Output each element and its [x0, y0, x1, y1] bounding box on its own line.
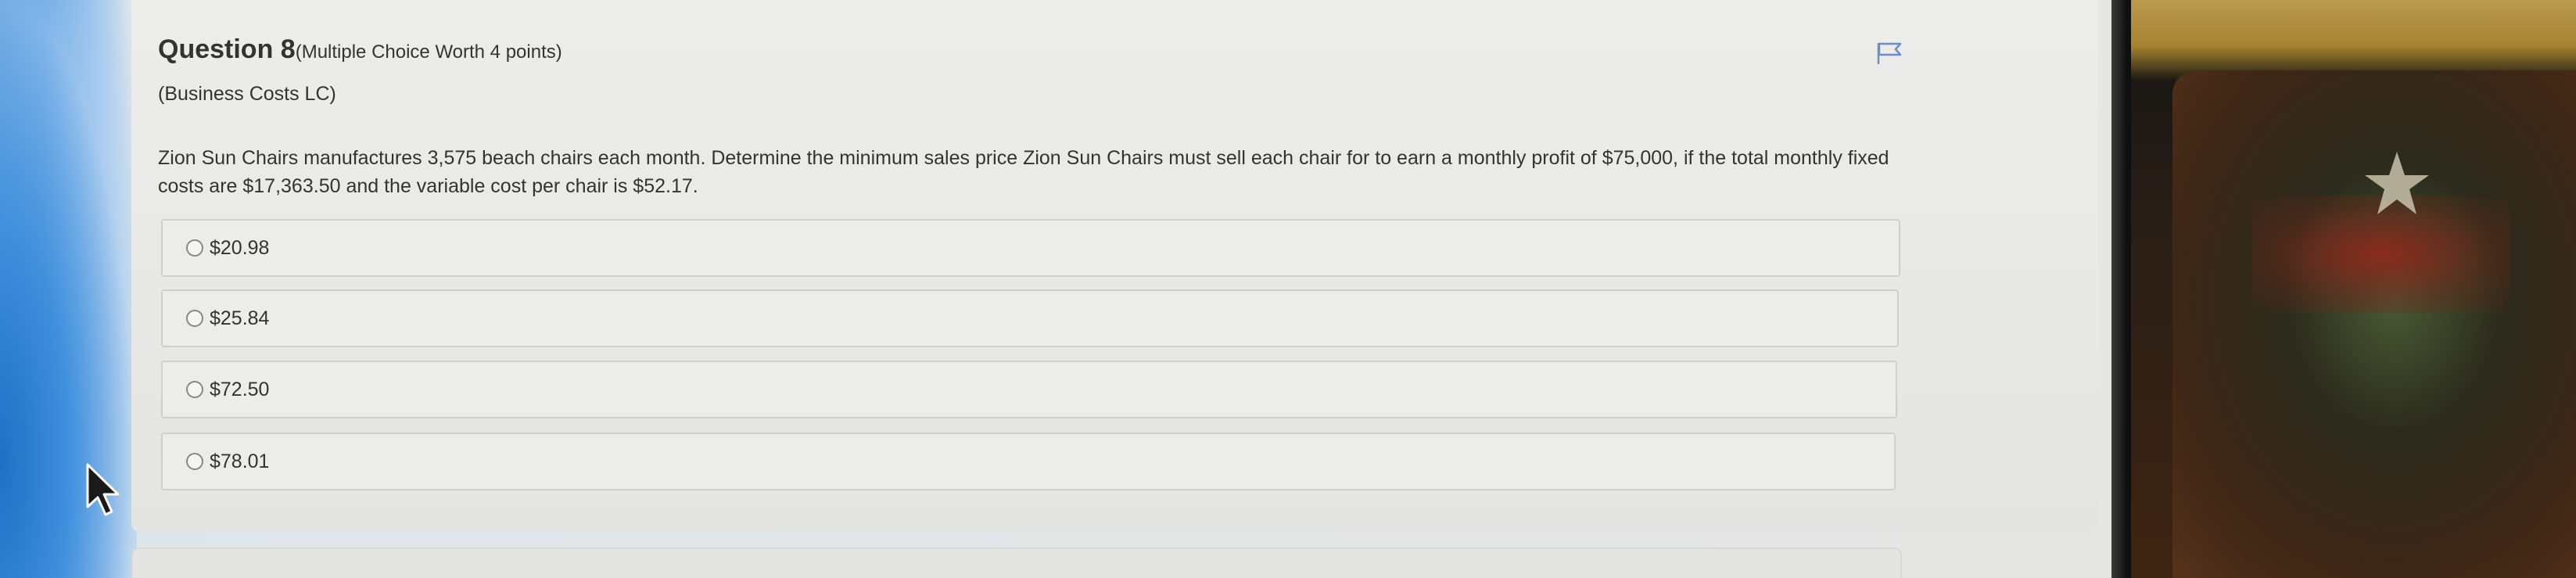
next-question-card	[131, 547, 1902, 578]
question-text: Zion Sun Chairs manufactures 3,575 beach…	[158, 147, 1889, 197]
screen: Question 8(Multiple Choice Worth 4 point…	[0, 0, 2576, 578]
answer-option-2[interactable]: $25.84	[161, 289, 1899, 347]
answer-label: $20.98	[210, 236, 270, 259]
question-number: Question 8	[158, 34, 296, 64]
answer-option-1[interactable]: $20.98	[161, 219, 1900, 277]
radio-button[interactable]	[186, 453, 203, 470]
answer-option-4[interactable]: $78.01	[161, 433, 1896, 490]
answer-label: $25.84	[210, 307, 270, 329]
mug-artwork	[2172, 70, 2576, 578]
star-icon	[2365, 152, 2429, 214]
answer-label: $72.50	[210, 378, 270, 400]
mouse-pointer-icon	[86, 463, 120, 516]
flag-icon[interactable]	[1876, 41, 1903, 65]
answer-label: $78.01	[210, 450, 270, 472]
radio-button[interactable]	[186, 310, 203, 327]
radio-button[interactable]	[186, 381, 203, 398]
answer-option-3[interactable]: $72.50	[161, 361, 1897, 418]
question-header: Question 8(Multiple Choice Worth 4 point…	[158, 34, 562, 65]
question-worth: (Multiple Choice Worth 4 points)	[295, 41, 562, 63]
question-category: (Business Costs LC)	[158, 83, 336, 105]
radio-button[interactable]	[186, 239, 203, 257]
